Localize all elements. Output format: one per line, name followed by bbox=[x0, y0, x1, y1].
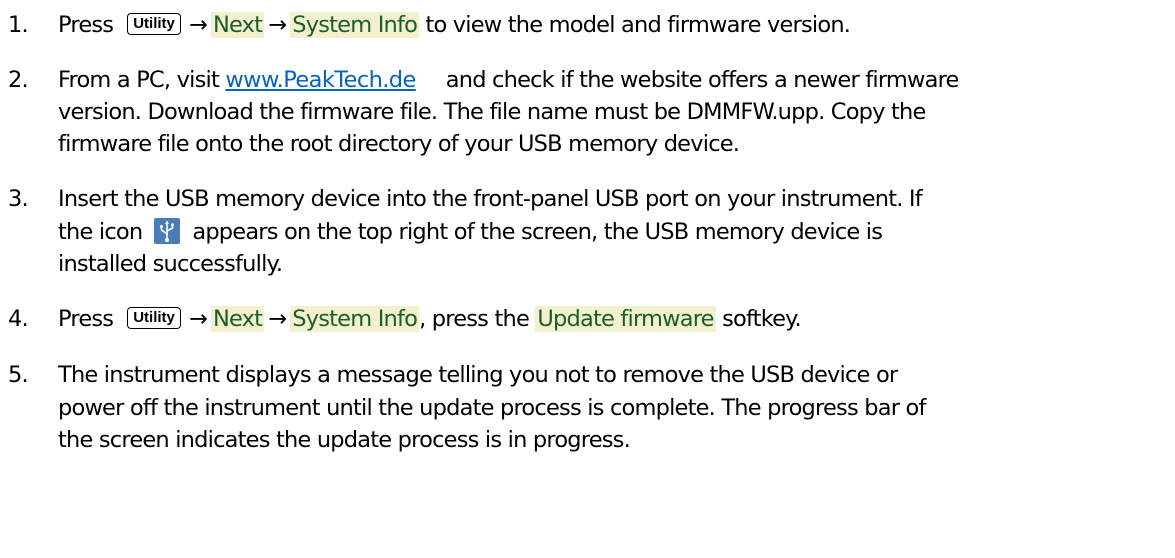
step-5-line-2: power off the instrument until the updat… bbox=[58, 395, 926, 421]
arrow-icon: → bbox=[188, 306, 208, 332]
peaktech-website-link[interactable]: www.PeakTech.de bbox=[225, 67, 416, 93]
press-text: Press bbox=[58, 12, 114, 38]
step-text: Insert the USB memory device into the fr… bbox=[58, 186, 923, 212]
step-lead: From a PC, visit bbox=[58, 67, 226, 93]
step-2-line-2: version. Download the firmware file. The… bbox=[58, 99, 926, 125]
step-mid: , press the bbox=[419, 306, 536, 332]
utility-key: Utility bbox=[127, 306, 181, 329]
next-softkey-label: Next bbox=[210, 306, 265, 332]
firmware-update-instructions: 1. Press Utility → Next → System Info to view… bbox=[0, 0, 1175, 558]
arrow-icon: → bbox=[268, 12, 287, 38]
step-tail: softkey. bbox=[715, 306, 802, 332]
step-text: Press Utility → Next → System Info, press the… bbox=[58, 306, 802, 332]
step-3-line-3: installed successfully. bbox=[58, 251, 283, 277]
step-tail: to view the model and firmware version. bbox=[419, 12, 851, 38]
step-text: From a PC, visit www.PeakTech.de and chec… bbox=[58, 67, 959, 93]
step-text: appears on the top right of the screen, … bbox=[192, 219, 883, 245]
step-number: 3. bbox=[8, 186, 29, 212]
step-2-line-3: firmware file onto the root directory of… bbox=[58, 131, 740, 157]
step-text: The instrument displays a message tellin… bbox=[58, 362, 898, 388]
step-rest: and check if the website offers a newer … bbox=[445, 67, 960, 93]
step-number: 5. bbox=[8, 362, 29, 388]
step-text: the icon bbox=[58, 219, 143, 245]
utility-key: Utility bbox=[127, 12, 181, 35]
system-info-softkey-label: System Info bbox=[290, 306, 420, 332]
step-5-line-3: the screen indicates the update process … bbox=[58, 427, 631, 453]
system-info-softkey-label: System Info bbox=[290, 12, 420, 38]
step-text: Press Utility → Next → System Info to view th… bbox=[58, 12, 851, 38]
arrow-icon: → bbox=[188, 12, 208, 38]
usb-icon bbox=[154, 217, 181, 244]
step-number: 4. bbox=[8, 306, 29, 332]
step-3-line-2: the icon appears on the top right of the… bbox=[58, 217, 883, 245]
arrow-icon: → bbox=[268, 306, 287, 332]
update-firmware-softkey-label: Update firmware bbox=[535, 306, 716, 332]
step-number: 2. bbox=[8, 67, 29, 93]
press-text: Press bbox=[58, 306, 114, 332]
next-softkey-label: Next bbox=[210, 12, 265, 38]
step-number: 1. bbox=[8, 12, 29, 38]
